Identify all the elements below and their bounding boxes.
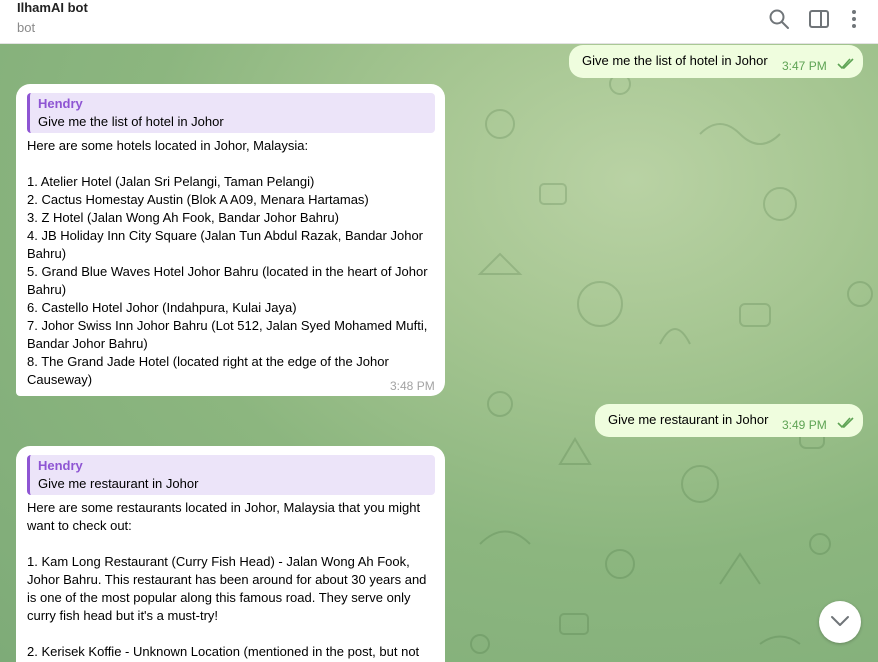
- message-time: 3:49 PM: [782, 418, 827, 432]
- message-line: Bandar Johor Bahru): [27, 336, 148, 351]
- message-line: Bahru): [27, 246, 67, 261]
- chat-status: bot: [17, 20, 36, 35]
- message-line: 7. Johor Swiss Inn Johor Bahru (Lot 512,…: [27, 318, 428, 333]
- chevron-down-icon: [831, 616, 849, 626]
- incoming-message[interactable]: Hendry Give me the list of hotel in Joho…: [16, 84, 445, 396]
- outgoing-message[interactable]: Give me the list of hotel in Johor 3:47 …: [569, 45, 863, 78]
- message-line: want to check out:: [27, 518, 132, 533]
- message-line: is one of the most popular along this fa…: [27, 590, 411, 605]
- message-line: 6. Castello Hotel Johor (Indahpura, Kula…: [27, 300, 297, 315]
- scroll-to-bottom-button[interactable]: [819, 601, 861, 643]
- message-time: 3:47 PM: [782, 59, 827, 73]
- reply-author: Hendry: [38, 458, 83, 473]
- message-text: Give me the list of hotel in Johor: [582, 53, 768, 68]
- outgoing-message[interactable]: Give me restaurant in Johor 3:49 PM: [595, 404, 863, 437]
- chat-area[interactable]: Give me the list of hotel in Johor 3:47 …: [0, 44, 878, 662]
- reply-quote[interactable]: Hendry Give me restaurant in Johor: [27, 455, 435, 495]
- message-line: Here are some hotels located in Johor, M…: [27, 138, 309, 153]
- search-icon[interactable]: [767, 7, 791, 31]
- sidebar-toggle-icon[interactable]: [807, 7, 831, 31]
- message-line: Here are some restaurants located in Joh…: [27, 500, 421, 515]
- message-line: 5. Grand Blue Waves Hotel Johor Bahru (l…: [27, 264, 428, 279]
- reply-author: Hendry: [38, 96, 83, 111]
- double-check-icon: [837, 417, 854, 429]
- more-vertical-icon[interactable]: [842, 7, 866, 31]
- reply-text: Give me restaurant in Johor: [38, 476, 199, 491]
- double-check-icon: [837, 58, 854, 70]
- message-line: 2. Kerisek Koffie - Unknown Location (me…: [27, 644, 420, 659]
- message-line: Causeway): [27, 372, 93, 387]
- message-time: 3:48 PM: [390, 379, 435, 393]
- message-line: Bahru): [27, 282, 67, 297]
- incoming-message[interactable]: Hendry Give me restaurant in Johor Here …: [16, 446, 445, 662]
- message-text: Give me restaurant in Johor: [608, 412, 769, 427]
- message-line: 4. JB Holiday Inn City Square (Jalan Tun…: [27, 228, 423, 243]
- message-line: 2. Cactus Homestay Austin (Blok A A09, M…: [27, 192, 369, 207]
- message-line: curry fish head but it's a must-try!: [27, 608, 219, 623]
- message-line: 8. The Grand Jade Hotel (located right a…: [27, 354, 389, 369]
- message-line: 1. Atelier Hotel (Jalan Sri Pelangi, Tam…: [27, 174, 315, 189]
- message-line: 1. Kam Long Restaurant (Curry Fish Head)…: [27, 554, 410, 569]
- message-line: Johor Bahru. This restaurant has been ar…: [27, 572, 427, 587]
- reply-text: Give me the list of hotel in Johor: [38, 114, 224, 129]
- reply-quote[interactable]: Hendry Give me the list of hotel in Joho…: [27, 93, 435, 133]
- chat-title[interactable]: IlhamAI bot: [17, 0, 88, 15]
- message-line: 3. Z Hotel (Jalan Wong Ah Fook, Bandar J…: [27, 210, 339, 225]
- chat-header: IlhamAI bot bot: [0, 0, 878, 44]
